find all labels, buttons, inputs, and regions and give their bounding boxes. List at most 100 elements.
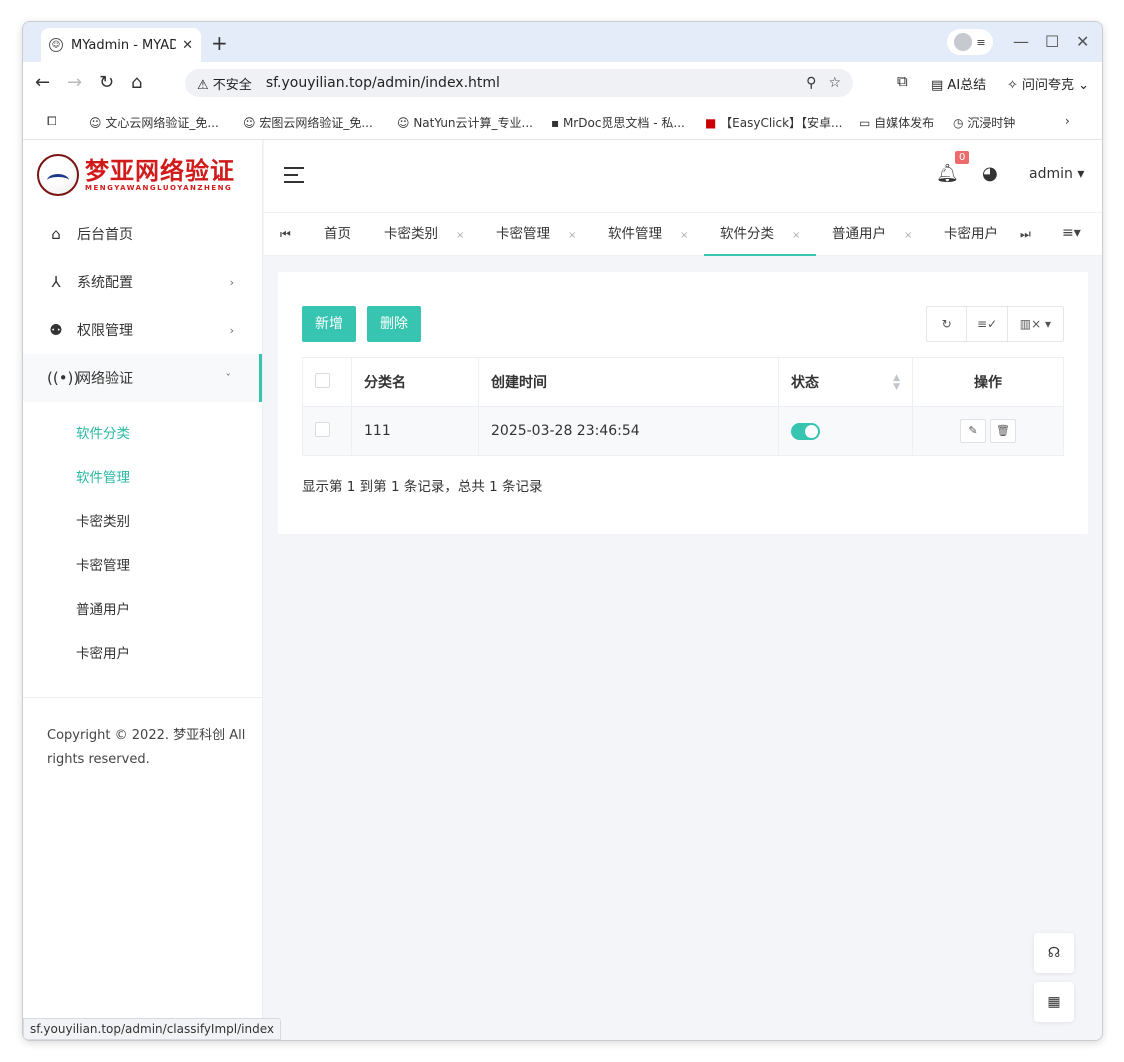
tab-software-management[interactable]: 软件管理 × xyxy=(608,213,688,256)
chevron-right-icon: › xyxy=(229,275,234,289)
sidebar-item-home[interactable]: ⌂ 后台首页 xyxy=(23,210,262,258)
close-icon[interactable]: × xyxy=(568,230,576,241)
forward-icon[interactable]: → xyxy=(67,72,82,93)
category-name-cell: 111 xyxy=(351,406,479,456)
logo[interactable]: 梦亚网络验证 MENGYAWANGLUOYANZHENG xyxy=(23,140,262,210)
maximize-icon[interactable]: ☐ xyxy=(1045,32,1059,51)
sidebar-subitem-software-category[interactable]: 软件分类 xyxy=(23,410,262,454)
security-warning-label: 不安全 xyxy=(212,77,252,93)
sidebar-item-label: 后台首页 xyxy=(77,227,133,243)
sidebar-item-system-config[interactable]: ⅄ 系统配置 › xyxy=(23,258,262,306)
sidebar-item-network-auth[interactable]: ((•)) 网络验证 ˇ xyxy=(23,354,262,402)
status-toggle[interactable] xyxy=(791,422,820,440)
tab-home[interactable]: 首页 xyxy=(324,213,351,256)
actions-cell: ✎ 🗑︎ xyxy=(912,406,1064,456)
palette-icon[interactable]: ◕ xyxy=(982,163,998,184)
back-icon[interactable]: ← xyxy=(35,72,50,93)
column-header-status[interactable]: 状态 ▲ ▼ xyxy=(778,357,913,407)
broadcast-icon: ((•)) xyxy=(47,369,80,387)
sidebar-subitem-card-category[interactable]: 卡密类别 xyxy=(23,498,262,542)
column-header[interactable]: 分类名 xyxy=(351,357,479,407)
user-menu[interactable]: admin ▾ xyxy=(1029,166,1084,182)
refresh-icon[interactable]: ↻ xyxy=(927,307,968,341)
chevron-right-icon: › xyxy=(229,323,234,337)
column-header: 操作 xyxy=(912,357,1064,407)
tab-card-users[interactable]: 卡密用户 xyxy=(944,213,998,256)
delete-button[interactable]: 删除 xyxy=(367,306,421,342)
tab-search-icon[interactable]: ⧠ xyxy=(47,114,57,129)
permission-icon: ⚉ xyxy=(49,321,63,339)
sort-icon[interactable]: ▲ ▼ xyxy=(893,374,900,392)
column-header-label: 状态 xyxy=(791,375,819,391)
sidebar-subitem-regular-users[interactable]: 普通用户 xyxy=(23,586,262,630)
bookmark-item[interactable]: ☺ 宏图云网络验证_免... xyxy=(243,114,373,131)
url-text[interactable]: sf.youyilian.top/admin/index.html xyxy=(266,75,794,91)
tab-software-category[interactable]: 软件分类 × xyxy=(704,213,817,256)
bookmark-label: 【EasyClick】【安卓... xyxy=(720,116,843,130)
close-tab-icon[interactable]: ✕ xyxy=(182,38,193,53)
bookmark-item[interactable]: ☺ NatYun云计算_专业... xyxy=(397,114,533,131)
top-bar: 🔔︎ 0 ◕ admin ▾ xyxy=(264,140,1102,212)
columns-icon[interactable]: ▥× ▾ xyxy=(1008,307,1063,341)
select-all-checkbox[interactable] xyxy=(315,372,330,388)
created-time-cell: 2025-03-28 23:46:54 xyxy=(478,406,779,456)
bookmarks-bar: ⧠ ☺ 文心云网络验证_免... ☺ 宏图云网络验证_免... ☺ NatYun… xyxy=(23,104,1102,140)
bookmarks-more-icon[interactable]: › xyxy=(1065,114,1070,128)
security-warning[interactable]: ⚠ 不安全 xyxy=(197,74,252,93)
sidebar-item-label: 系统配置 xyxy=(77,275,133,291)
column-header[interactable]: 创建时间 xyxy=(478,357,779,407)
close-window-icon[interactable]: ✕ xyxy=(1076,32,1089,51)
row-checkbox[interactable] xyxy=(315,421,330,437)
bookmark-star-icon[interactable]: ☆ xyxy=(828,75,841,91)
table-row: 111 2025-03-28 23:46:54 ✎ 🗑︎ xyxy=(302,406,1064,456)
tab-card-category[interactable]: 卡密类别 × xyxy=(384,213,464,256)
reload-icon[interactable]: ↻ xyxy=(99,72,114,93)
bookmark-folder[interactable]: ▭ 自媒体发布 xyxy=(859,114,934,131)
minimize-icon[interactable]: — xyxy=(1013,32,1029,51)
edit-button[interactable]: ✎ xyxy=(960,419,986,443)
menu-toggle-icon[interactable] xyxy=(284,167,304,183)
bookmark-item[interactable]: ☺ 文心云网络验证_免... xyxy=(89,114,219,131)
tabs-menu-icon[interactable]: ≡▾ xyxy=(1062,225,1081,241)
sidebar-subitem-card-users[interactable]: 卡密用户 xyxy=(23,630,262,674)
logo-text: 梦亚网络验证 MENGYAWANGLUOYANZHENG xyxy=(85,158,235,193)
bookmark-label: 文心云网络验证_免... xyxy=(105,116,219,130)
ai-summary-button[interactable]: ▤ AI总结 xyxy=(931,74,986,93)
qrcode-icon[interactable]: ▦ xyxy=(1034,982,1074,1022)
support-icon[interactable]: ☊ xyxy=(1034,933,1074,973)
bookmark-item[interactable]: ■ 【EasyClick】【安卓... xyxy=(705,114,843,131)
tabs-first-icon[interactable]: ⏮ xyxy=(280,227,291,242)
tab-regular-users[interactable]: 普通用户 × xyxy=(832,213,912,256)
toggle-view-icon[interactable]: ≡✓ xyxy=(967,307,1008,341)
sidebar-item-permissions[interactable]: ⚉ 权限管理 › xyxy=(23,306,262,354)
tab-label: 软件管理 xyxy=(608,226,662,242)
add-button[interactable]: 新增 xyxy=(302,306,356,342)
home-icon[interactable]: ⌂ xyxy=(131,72,142,93)
bookmark-item[interactable]: ◷ 沉浸时钟 xyxy=(953,114,1015,131)
table-tools: ↻ ≡✓ ▥× ▾ xyxy=(926,306,1064,342)
delete-row-button[interactable]: 🗑︎ xyxy=(990,419,1016,443)
user-name: admin xyxy=(1029,166,1073,182)
profile-button[interactable]: ≡ xyxy=(947,29,993,55)
page-tabs: ⏮ 首页 卡密类别 × 卡密管理 × 软件管理 × 软件分类 × 普通用户 × 卡密用户 … xyxy=(264,212,1102,256)
tab-card-management[interactable]: 卡密管理 × xyxy=(496,213,576,256)
bookmark-item[interactable]: ▪ MrDoc觅思文档 - 私... xyxy=(551,114,685,131)
close-icon[interactable]: × xyxy=(792,230,800,241)
tabs-last-icon[interactable]: ⏭ xyxy=(1020,227,1031,242)
row-select-cell xyxy=(302,406,352,456)
browser-tab[interactable]: ☺ MYadmin - MYAD ✕ xyxy=(41,28,201,62)
address-bar[interactable]: ⚠ 不安全 sf.youyilian.top/admin/index.html … xyxy=(185,69,853,97)
tab-label: 普通用户 xyxy=(832,226,886,242)
new-tab-icon[interactable]: + xyxy=(211,31,228,55)
extensions-icon[interactable]: ⧉ xyxy=(897,72,908,90)
close-icon[interactable]: × xyxy=(680,230,688,241)
ask-button[interactable]: ✧ 问问夸克 ⌄ xyxy=(1007,74,1089,93)
bell-icon[interactable]: 🔔︎ xyxy=(936,163,959,184)
close-icon[interactable]: × xyxy=(904,230,912,241)
sidebar-subitem-software-management[interactable]: 软件管理 xyxy=(23,454,262,498)
table-header-row: 分类名 创建时间 状态 ▲ ▼ 操作 xyxy=(302,357,1064,407)
location-icon[interactable]: ⚲ xyxy=(806,75,816,91)
compass-icon: ⅄ xyxy=(51,273,61,291)
sidebar-subitem-card-management[interactable]: 卡密管理 xyxy=(23,542,262,586)
close-icon[interactable]: × xyxy=(456,230,464,241)
